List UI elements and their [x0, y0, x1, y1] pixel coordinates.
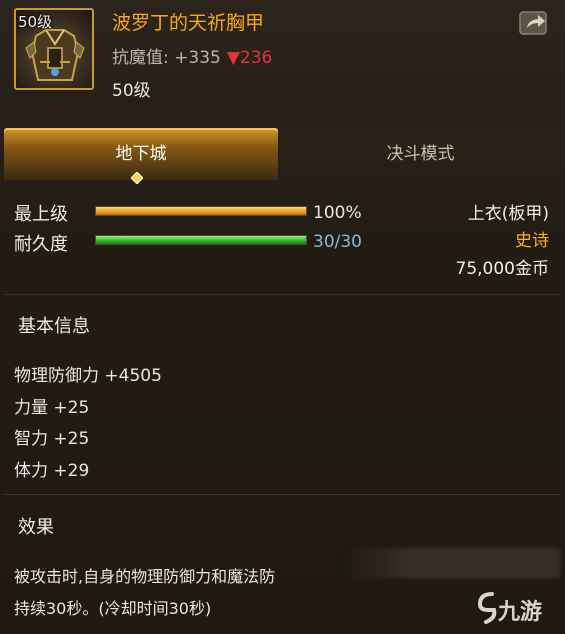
durability-bar	[95, 235, 307, 245]
share-icon[interactable]	[518, 8, 550, 38]
attribute-line: 体力 +29	[14, 461, 90, 481]
item-level-badge: 50级	[18, 13, 53, 31]
attribute-line: 智力 +25	[14, 429, 90, 449]
item-name: 波罗丁的天祈胸甲	[112, 12, 265, 34]
blurred-area	[345, 548, 560, 578]
tab-pvp[interactable]: 决斗模式	[280, 128, 561, 180]
attribute-line: 物理防御力 +4505	[14, 366, 162, 386]
divider	[4, 494, 561, 495]
mode-tabs: 地下城 决斗模式	[4, 128, 561, 180]
tab-marker-icon	[131, 172, 143, 184]
effect-text-line1: 被攻击时,自身的物理防御力和魔法防	[14, 567, 276, 586]
watermark-logo-icon	[477, 592, 497, 624]
max-level-value: 100%	[313, 203, 362, 223]
rarity-label: 史诗	[515, 231, 549, 251]
required-level: 50级	[112, 81, 151, 101]
price-label: 75,000金币	[455, 259, 549, 279]
durability-label: 耐久度	[14, 234, 68, 255]
effect-title: 效果	[18, 517, 54, 538]
item-icon-frame[interactable]: 50级	[14, 8, 94, 90]
magic-resist: 抗魔值: +335 ▼236	[112, 43, 272, 68]
magic-resist-value: 抗魔值: +335	[112, 48, 221, 68]
equipment-slot: 上衣(板甲)	[467, 204, 549, 224]
attribute-line: 力量 +25	[14, 398, 90, 418]
watermark-text: 九游	[498, 600, 543, 625]
max-level-label: 最上级	[14, 204, 68, 225]
item-tooltip-panel: 50级 波罗丁的天祈胸甲 抗魔值: +335 ▼236 50级 地下城 决斗模式 …	[0, 0, 565, 634]
durability-bar-fill	[96, 236, 306, 244]
divider	[4, 294, 561, 295]
max-level-bar-fill	[96, 207, 306, 215]
durability-value: 30/30	[313, 232, 362, 252]
effect-text-line2: 持续30秒。(冷却时间30秒)	[14, 599, 212, 618]
basic-info-title: 基本信息	[18, 316, 90, 337]
magic-resist-decrease: ▼236	[226, 48, 273, 68]
item-header: 50级 波罗丁的天祈胸甲 抗魔值: +335 ▼236 50级	[0, 0, 565, 118]
watermark: 九游	[474, 588, 558, 628]
max-level-bar	[95, 206, 307, 216]
